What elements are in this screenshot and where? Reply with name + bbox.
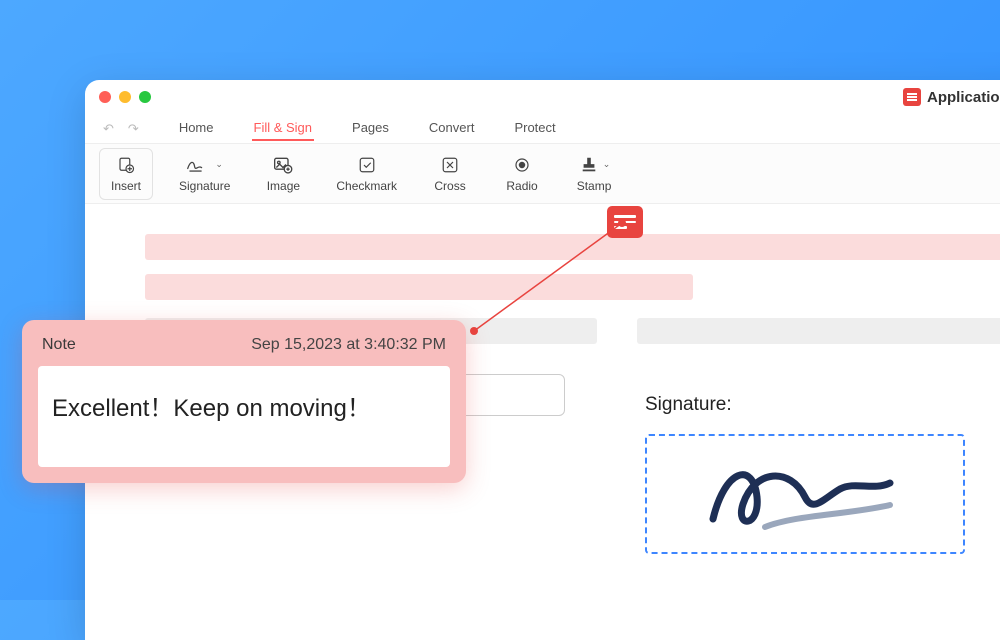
text-placeholder (637, 318, 1000, 344)
tab-pages[interactable]: Pages (350, 116, 391, 141)
note-title: Note (42, 336, 76, 354)
tool-cross-label: Cross (434, 179, 465, 193)
tab-protect[interactable]: Protect (512, 116, 557, 141)
titlebar: Application-R-.pdf (85, 80, 1000, 114)
pdf-icon (903, 88, 921, 106)
comment-icon[interactable] (607, 206, 643, 238)
signature-glyph-icon (695, 449, 915, 539)
toolbar: Insert ⌄ Signature Image Checkmark Cross (85, 144, 1000, 204)
tool-image[interactable]: Image (256, 151, 310, 197)
tool-stamp[interactable]: ⌄ Stamp (567, 151, 621, 197)
filename-label: Application-R-.pdf (927, 89, 1000, 106)
minimize-icon[interactable] (119, 91, 131, 103)
maximize-icon[interactable] (139, 91, 151, 103)
tab-fill-sign[interactable]: Fill & Sign (252, 116, 315, 141)
tool-checkmark-label: Checkmark (336, 179, 397, 193)
radio-icon (513, 155, 531, 175)
menu-tabs: Home Fill & Sign Pages Convert Protect (177, 116, 558, 141)
insert-icon (117, 155, 135, 175)
image-icon (273, 155, 293, 175)
highlight-bar (145, 274, 693, 300)
tool-insert-label: Insert (111, 179, 141, 193)
highlight-bar (145, 234, 1000, 260)
tab-convert[interactable]: Convert (427, 116, 477, 141)
close-icon[interactable] (99, 91, 111, 103)
signature-label: Signature: (645, 394, 732, 416)
tool-stamp-label: Stamp (577, 179, 612, 193)
document-title: Application-R-.pdf (903, 88, 1000, 106)
menubar: ↶ ↷ Home Fill & Sign Pages Convert Prote… (85, 114, 1000, 144)
tool-cross[interactable]: Cross (423, 151, 477, 197)
note-popup[interactable]: Note Sep 15,2023 at 3:40:32 PM Excellent… (22, 320, 466, 483)
tool-radio-label: Radio (506, 179, 537, 193)
tool-radio[interactable]: Radio (495, 151, 549, 197)
signature-icon: ⌄ (186, 155, 223, 175)
tool-signature-label: Signature (179, 179, 230, 193)
tool-image-label: Image (267, 179, 300, 193)
tool-signature[interactable]: ⌄ Signature (171, 151, 238, 197)
cross-icon (441, 155, 459, 175)
window-controls (99, 91, 151, 103)
undo-icon[interactable]: ↶ (99, 121, 118, 137)
note-timestamp: Sep 15,2023 at 3:40:32 PM (251, 336, 446, 354)
tool-insert[interactable]: Insert (99, 148, 153, 200)
stamp-icon: ⌄ (578, 155, 611, 175)
redo-icon[interactable]: ↷ (124, 121, 143, 137)
tool-checkmark[interactable]: Checkmark (328, 151, 405, 197)
tab-home[interactable]: Home (177, 116, 216, 141)
note-header: Note Sep 15,2023 at 3:40:32 PM (38, 336, 450, 366)
note-body[interactable]: Excellent！Keep on moving！ (38, 366, 450, 467)
checkmark-icon (358, 155, 376, 175)
signature-field[interactable] (645, 434, 965, 554)
